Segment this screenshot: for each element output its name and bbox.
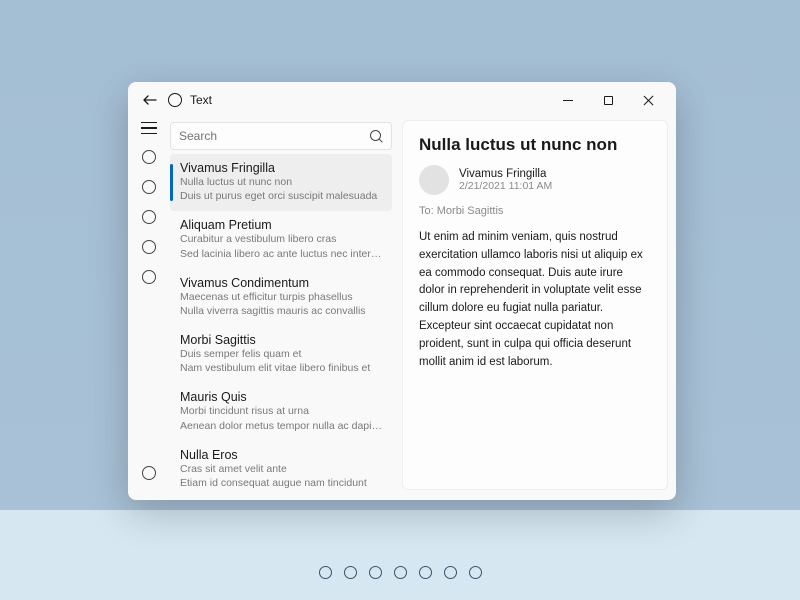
nav-item[interactable] <box>142 270 156 284</box>
nav-item[interactable] <box>142 466 156 480</box>
back-button[interactable] <box>140 90 160 110</box>
list-item-preview: Nulla viverra sagittis mauris ac convall… <box>180 304 382 318</box>
list-item-subtitle: Maecenas ut efficitur turpis phasellus <box>180 290 382 304</box>
list-item-subtitle: Duis semper felis quam et <box>180 347 382 361</box>
list-item-title: Aliquam Pretium <box>180 218 382 232</box>
list-item-subtitle: Morbi tincidunt risus at urna <box>180 404 382 418</box>
list-item[interactable]: Vivamus FringillaNulla luctus ut nunc no… <box>170 154 392 211</box>
list-item-preview: Sed lacinia libero ac ante luctus nec in… <box>180 247 382 261</box>
nav-item[interactable] <box>142 240 156 254</box>
list-item-title: Morbi Sagittis <box>180 333 382 347</box>
list-item-preview: Etiam id consequat augue nam tincidunt <box>180 476 382 490</box>
close-button[interactable] <box>628 85 668 115</box>
app-title: Text <box>190 93 212 107</box>
app-window: Text Vivamus FringillaNulla luctus ut nu… <box>128 82 676 500</box>
message-from: Vivamus Fringilla <box>459 168 552 180</box>
slide-pager <box>0 545 800 600</box>
nav-rail <box>128 118 170 500</box>
list-item[interactable]: Morbi SagittisDuis semper felis quam etN… <box>170 326 392 383</box>
pager-dot[interactable] <box>419 566 432 579</box>
list-item-subtitle: Cras sit amet velit ante <box>180 462 382 476</box>
list-pane: Vivamus FringillaNulla luctus ut nunc no… <box>170 118 398 500</box>
detail-pane: Nulla luctus ut nunc non Vivamus Fringil… <box>402 120 668 490</box>
maximize-button[interactable] <box>588 85 628 115</box>
pager-dot[interactable] <box>394 566 407 579</box>
pager-dot[interactable] <box>444 566 457 579</box>
search-icon <box>370 130 383 143</box>
list-item-title: Mauris Quis <box>180 390 382 404</box>
minimize-button[interactable] <box>548 85 588 115</box>
message-body: Ut enim ad minim veniam, quis nostrud ex… <box>419 229 651 372</box>
list-item-title: Vivamus Condimentum <box>180 276 382 290</box>
message-title: Nulla luctus ut nunc non <box>419 135 651 155</box>
search-field[interactable] <box>170 122 392 150</box>
list-item[interactable]: Mauris QuisMorbi tincidunt risus at urna… <box>170 383 392 440</box>
nav-item[interactable] <box>142 210 156 224</box>
list-item-preview: Duis ut purus eget orci suscipit malesua… <box>180 189 382 203</box>
avatar <box>419 165 449 195</box>
nav-item[interactable] <box>142 180 156 194</box>
list-item[interactable]: Nulla ErosCras sit amet velit anteEtiam … <box>170 441 392 498</box>
hamburger-menu-icon[interactable] <box>141 122 157 134</box>
message-to: To: Morbi Sagittis <box>419 205 651 217</box>
list-item-preview: Aenean dolor metus tempor nulla ac dapib… <box>180 419 382 433</box>
app-icon <box>168 93 182 107</box>
list-item-subtitle: Nulla luctus ut nunc non <box>180 175 382 189</box>
list-item-preview: Nam vestibulum elit vitae libero finibus… <box>180 361 382 375</box>
pager-dot[interactable] <box>469 566 482 579</box>
list-item-title: Nulla Eros <box>180 448 382 462</box>
pager-dot[interactable] <box>344 566 357 579</box>
list-item[interactable]: Vivamus CondimentumMaecenas ut efficitur… <box>170 269 392 326</box>
list-item[interactable]: Aliquam PretiumCurabitur a vestibulum li… <box>170 211 392 268</box>
message-list: Vivamus FringillaNulla luctus ut nunc no… <box>170 154 392 500</box>
message-date: 2/21/2021 11:01 AM <box>459 180 552 192</box>
list-item-subtitle: Curabitur a vestibulum libero cras <box>180 232 382 246</box>
pager-dot[interactable] <box>369 566 382 579</box>
nav-item[interactable] <box>142 150 156 164</box>
list-item-title: Vivamus Fringilla <box>180 161 382 175</box>
titlebar: Text <box>128 82 676 118</box>
search-input[interactable] <box>179 129 370 143</box>
pager-dot[interactable] <box>319 566 332 579</box>
